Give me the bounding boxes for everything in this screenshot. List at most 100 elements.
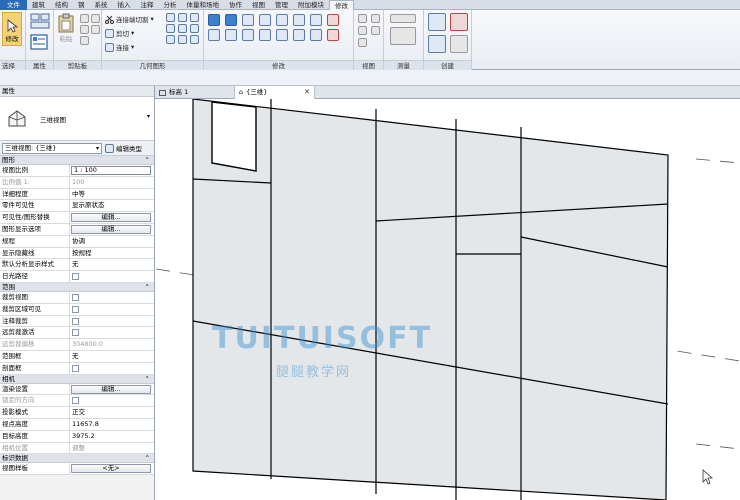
ribbon-tab[interactable]: 修改 bbox=[329, 0, 354, 10]
chevron-down-icon[interactable] bbox=[371, 26, 380, 35]
ribbon-tab[interactable]: 结构 bbox=[50, 0, 73, 10]
dimension-icon[interactable] bbox=[390, 27, 416, 45]
join-geometry-icon[interactable] bbox=[80, 36, 89, 45]
join-button[interactable]: 连接 ▾ bbox=[105, 42, 134, 52]
paint-icon[interactable] bbox=[91, 25, 100, 34]
create-group-icon[interactable] bbox=[428, 35, 446, 53]
linework-icon[interactable] bbox=[358, 38, 367, 47]
ribbon-tab[interactable]: 附加模块 bbox=[293, 0, 329, 10]
beam-join-icon[interactable] bbox=[190, 24, 199, 33]
ribbon-tab[interactable]: 分析 bbox=[159, 0, 182, 10]
property-value[interactable]: 编辑... bbox=[70, 224, 154, 235]
type-properties-button[interactable] bbox=[30, 13, 50, 29]
copy-element-icon[interactable] bbox=[225, 29, 237, 41]
property-value[interactable] bbox=[70, 304, 154, 315]
property-value[interactable] bbox=[70, 327, 154, 338]
close-icon[interactable]: ✕ bbox=[304, 86, 310, 99]
copy-icon[interactable] bbox=[80, 14, 89, 23]
cut-to-clipboard-icon[interactable] bbox=[91, 14, 100, 23]
ribbon-tab[interactable]: 管理 bbox=[270, 0, 293, 10]
property-edit-button[interactable]: <无> bbox=[71, 464, 151, 474]
property-value[interactable] bbox=[70, 363, 154, 374]
property-group-header[interactable]: 相机 ⌃ bbox=[0, 374, 154, 384]
remove-paint-icon[interactable] bbox=[178, 24, 187, 33]
rotate-icon[interactable] bbox=[242, 29, 254, 41]
property-group-header[interactable]: 图形 ⌃ bbox=[0, 156, 154, 165]
ribbon-tab[interactable]: 注释 bbox=[136, 0, 159, 10]
tab-3d[interactable]: ⌂ {三维} ✕ bbox=[235, 86, 315, 99]
property-value[interactable]: 编辑... bbox=[70, 212, 154, 223]
property-value[interactable] bbox=[70, 292, 154, 303]
create-assembly-icon[interactable] bbox=[428, 13, 446, 31]
measure-distance-icon[interactable] bbox=[390, 14, 416, 23]
properties-palette-button[interactable] bbox=[30, 34, 48, 50]
instance-selector[interactable]: 三维视图: {三维} ▾ bbox=[2, 142, 102, 154]
property-input[interactable]: 1 : 100 bbox=[71, 166, 151, 175]
property-checkbox[interactable] bbox=[72, 329, 79, 337]
property-value[interactable]: 1 : 100 bbox=[70, 165, 154, 176]
3d-wall-model[interactable] bbox=[156, 99, 740, 500]
paint-tool-icon[interactable] bbox=[190, 13, 199, 22]
ribbon-tab[interactable]: 协作 bbox=[224, 0, 247, 10]
collapse-icon[interactable]: ⌃ bbox=[145, 375, 150, 383]
panel-label-select[interactable]: 选择 bbox=[0, 60, 25, 70]
property-checkbox[interactable] bbox=[72, 317, 79, 325]
property-checkbox[interactable] bbox=[72, 397, 79, 405]
scale-icon[interactable] bbox=[293, 29, 305, 41]
ribbon-tab[interactable]: 系统 bbox=[90, 0, 113, 10]
light-bulb-icon[interactable] bbox=[358, 14, 367, 23]
ribbon-tab[interactable]: 文件 bbox=[0, 0, 27, 10]
property-edit-button[interactable]: 编辑... bbox=[71, 224, 151, 234]
split-gap-icon[interactable] bbox=[293, 14, 305, 26]
brush-icon[interactable] bbox=[358, 26, 367, 35]
match-type-icon[interactable] bbox=[80, 25, 89, 34]
window-opening[interactable] bbox=[211, 101, 257, 172]
pencil-icon[interactable] bbox=[166, 35, 175, 44]
delete-icon[interactable] bbox=[327, 29, 339, 41]
property-value[interactable]: <无> bbox=[70, 463, 154, 474]
demolish-icon[interactable] bbox=[166, 24, 175, 33]
chevron-down-icon[interactable]: ▾ bbox=[147, 113, 150, 120]
offset-icon[interactable] bbox=[225, 14, 237, 26]
cut-join-button[interactable]: 连接端切割 ▾ bbox=[105, 14, 154, 24]
collapse-icon[interactable]: ⌃ bbox=[145, 156, 150, 164]
split-icon[interactable] bbox=[276, 14, 288, 26]
chevron-down-icon[interactable] bbox=[371, 14, 380, 23]
split-face-icon[interactable] bbox=[178, 13, 187, 22]
wall-joins-icon[interactable] bbox=[166, 13, 175, 22]
property-checkbox[interactable] bbox=[72, 305, 79, 313]
edit-type-button[interactable]: 编辑类型 bbox=[105, 143, 142, 153]
trim-extend-icon[interactable] bbox=[310, 29, 322, 41]
property-edit-button[interactable]: 编辑... bbox=[71, 384, 151, 394]
create-similar-icon[interactable] bbox=[450, 35, 468, 53]
tab-level-1[interactable]: 标高 1 bbox=[155, 86, 235, 99]
type-selector[interactable]: 三维视图 ▾ bbox=[0, 97, 154, 141]
property-group-header[interactable]: 标识数据 ⌃ bbox=[0, 454, 154, 464]
curtain-wall[interactable] bbox=[192, 99, 669, 500]
property-checkbox[interactable] bbox=[72, 364, 79, 372]
collapse-icon[interactable]: ⌃ bbox=[145, 454, 150, 462]
property-value[interactable] bbox=[70, 395, 154, 406]
pin-icon[interactable] bbox=[310, 14, 322, 26]
cope-icon[interactable] bbox=[190, 35, 199, 44]
paste-button[interactable]: 粘贴 bbox=[57, 13, 75, 43]
trim-icon[interactable] bbox=[259, 29, 271, 41]
create-parts-icon[interactable] bbox=[450, 13, 468, 31]
property-checkbox[interactable] bbox=[72, 273, 79, 281]
move-icon[interactable] bbox=[208, 29, 220, 41]
ribbon-tab[interactable]: 视图 bbox=[247, 0, 270, 10]
property-edit-button[interactable]: 编辑... bbox=[71, 213, 151, 223]
ribbon-tab[interactable]: 插入 bbox=[113, 0, 136, 10]
3d-viewport[interactable]: TUITUISOFT 腿腿教学网 bbox=[156, 99, 740, 500]
property-checkbox[interactable] bbox=[72, 293, 79, 301]
modify-button[interactable]: 修改 bbox=[2, 12, 22, 46]
property-group-header[interactable]: 范围 ⌃ bbox=[0, 282, 154, 292]
ribbon-tab[interactable]: 钢 bbox=[73, 0, 90, 10]
property-value[interactable] bbox=[70, 316, 154, 327]
ribbon-tab[interactable]: 体量和场地 bbox=[182, 0, 225, 10]
mirror-draw-icon[interactable] bbox=[259, 14, 271, 26]
collapse-icon[interactable]: ⌃ bbox=[145, 283, 150, 291]
mirror-axis-icon[interactable] bbox=[242, 14, 254, 26]
array-icon[interactable] bbox=[276, 29, 288, 41]
ribbon-tab[interactable]: 建筑 bbox=[27, 0, 50, 10]
